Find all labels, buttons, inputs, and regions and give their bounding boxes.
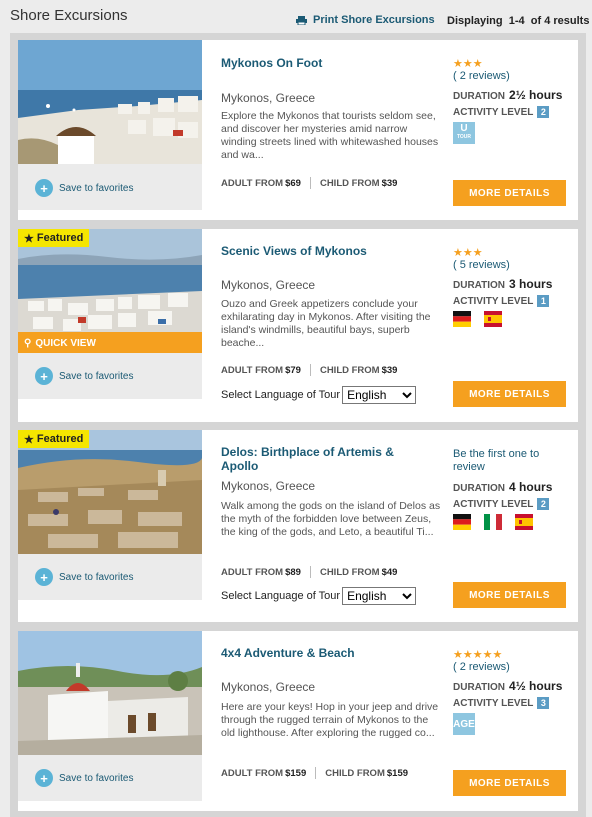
heart-plus-icon: + — [35, 179, 53, 197]
excursion-title[interactable]: Delos: Birthplace of Artemis & Apollo — [221, 445, 411, 473]
child-price: $39 — [381, 364, 398, 376]
heart-plus-icon: + — [35, 367, 53, 385]
more-details-button[interactable]: MORE DETAILS — [453, 381, 566, 407]
favorites-area: + Save to favorites — [18, 554, 202, 600]
favorites-area: + Save to favorites — [18, 353, 202, 399]
excursion-photo[interactable] — [18, 40, 202, 164]
page-header: Shore Excursions Print Shore Excursions … — [0, 0, 592, 33]
excursion-location: Mykonos, Greece — [221, 278, 316, 292]
more-details-button[interactable]: MORE DETAILS — [453, 770, 566, 796]
activity-level: ACTIVITY LEVEL 2 — [453, 106, 573, 118]
adult-price: $79 — [285, 364, 301, 376]
duration: DURATION 4 hours — [453, 480, 553, 494]
page-title: Shore Excursions — [10, 7, 128, 24]
language-label: Select Language of Tour — [221, 389, 341, 401]
results-count: Displaying 1-4 of 4 results — [447, 15, 590, 27]
excursion-card: ★ Featured ⚲ QUICK VIEW + Save to favori… — [18, 229, 578, 422]
language-selector: Select Language of Tour English — [221, 386, 417, 404]
language-label: Select Language of Tour — [221, 590, 341, 602]
activity-level: ACTIVITY LEVEL 2 — [453, 498, 573, 510]
first-review-link[interactable]: Be the first one to review — [453, 448, 553, 474]
rating-stars: ★★★ — [453, 58, 483, 70]
language-select[interactable]: English — [342, 587, 417, 605]
age-badge-icon: AGE — [453, 713, 475, 735]
save-to-favorites-button[interactable]: + Save to favorites — [35, 179, 133, 197]
excursion-info: Be the first one to review DURATION 4 hou… — [453, 448, 573, 530]
rating-stars: ★★★★★ — [453, 649, 503, 661]
child-price: $49 — [381, 566, 398, 578]
duration: DURATION 4½ hours — [453, 679, 563, 693]
excursion-description: Here are your keys! Hop in your jeep and… — [221, 701, 439, 739]
duration: DURATION 2½ hours — [453, 88, 563, 102]
heart-plus-icon: + — [35, 568, 53, 586]
language-flags — [453, 311, 573, 327]
heart-plus-icon: + — [35, 769, 53, 787]
excursion-title[interactable]: 4x4 Adventure & Beach — [221, 646, 441, 660]
adult-price: $89 — [285, 566, 301, 578]
more-details-button[interactable]: MORE DETAILS — [453, 180, 566, 206]
adult-price: $69 — [285, 177, 301, 189]
excursion-card: + Save to favorites 4x4 Adventure & Beac… — [18, 631, 578, 811]
reviews-link[interactable]: ( 5 reviews) — [453, 259, 573, 271]
german-flag-icon — [453, 514, 471, 530]
excursion-info: ★★★ ( 2 reviews) DURATION 2½ hours ACTIVI… — [453, 57, 573, 144]
german-flag-icon — [453, 311, 471, 327]
more-details-button[interactable]: MORE DETAILS — [453, 582, 566, 608]
excursion-prices: ADULT FROM $69 CHILD FROM $39 — [221, 177, 398, 189]
child-price: $39 — [381, 177, 398, 189]
print-link-label: Print Shore Excursions — [313, 14, 435, 26]
save-to-favorites-label: Save to favorites — [59, 772, 134, 784]
reviews-link[interactable]: ( 2 reviews) — [453, 70, 573, 82]
excursion-card: + Save to favorites Mykonos On Foot Myko… — [18, 40, 578, 220]
excursion-location: Mykonos, Greece — [221, 479, 316, 493]
excursion-title[interactable]: Mykonos On Foot — [221, 56, 441, 70]
spanish-flag-icon — [484, 311, 502, 327]
excursion-list: + Save to favorites Mykonos On Foot Myko… — [10, 33, 586, 817]
rating-stars: ★★★ — [453, 247, 483, 259]
excursion-info: ★★★★★ ( 2 reviews) DURATION 4½ hours ACTI… — [453, 648, 573, 735]
italian-flag-icon — [484, 514, 502, 530]
printer-icon — [296, 15, 307, 25]
quick-view-button[interactable]: ⚲ QUICK VIEW — [18, 332, 202, 353]
save-to-favorites-button[interactable]: + Save to favorites — [35, 367, 133, 385]
print-shore-excursions-link[interactable]: Print Shore Excursions — [296, 14, 435, 26]
adult-price: $159 — [285, 767, 307, 779]
excursion-prices: ADULT FROM $159 CHILD FROM $159 — [221, 767, 409, 779]
save-to-favorites-label: Save to favorites — [59, 182, 134, 194]
excursion-info: ★★★ ( 5 reviews) DURATION 3 hours ACTIVIT… — [453, 246, 573, 327]
reviews-link[interactable]: ( 2 reviews) — [453, 661, 573, 673]
excursion-card: ★ Featured + Save to favorites Delos: Bi… — [18, 430, 578, 622]
favorites-area: + Save to favorites — [18, 164, 202, 210]
excursion-photo[interactable]: ★ Featured — [18, 430, 202, 554]
star-icon: ★ — [24, 433, 34, 446]
u-tour-badge-icon: U TOUR — [453, 122, 475, 144]
excursion-title[interactable]: Scenic Views of Mykonos — [221, 244, 441, 258]
favorites-area: + Save to favorites — [18, 755, 202, 801]
spanish-flag-icon — [515, 514, 533, 530]
star-icon: ★ — [24, 232, 34, 245]
excursion-description: Explore the Mykonos that tourists seldom… — [221, 110, 439, 161]
excursion-location: Mykonos, Greece — [221, 91, 316, 105]
language-selector: Select Language of Tour English — [221, 587, 417, 605]
save-to-favorites-label: Save to favorites — [59, 370, 134, 382]
child-price: $159 — [386, 767, 409, 779]
featured-badge: ★ Featured — [18, 430, 90, 448]
featured-badge: ★ Featured — [18, 229, 90, 247]
save-to-favorites-button[interactable]: + Save to favorites — [35, 568, 133, 586]
activity-level: ACTIVITY LEVEL 3 — [453, 697, 573, 709]
excursion-prices: ADULT FROM $89 CHILD FROM $49 — [221, 566, 398, 578]
excursion-description: Walk among the gods on the island of Del… — [221, 500, 441, 538]
excursion-photo[interactable] — [18, 631, 202, 755]
language-flags — [453, 514, 573, 530]
excursion-prices: ADULT FROM $79 CHILD FROM $39 — [221, 364, 398, 376]
activity-level: ACTIVITY LEVEL 1 — [453, 295, 573, 307]
save-to-favorites-label: Save to favorites — [59, 571, 134, 583]
save-to-favorites-button[interactable]: + Save to favorites — [35, 769, 133, 787]
duration: DURATION 3 hours — [453, 277, 553, 291]
language-select[interactable]: English — [342, 386, 417, 404]
excursion-photo[interactable]: ★ Featured ⚲ QUICK VIEW — [18, 229, 202, 353]
excursion-description: Ouzo and Greek appetizers conclude your … — [221, 298, 431, 349]
magnifier-icon: ⚲ — [24, 337, 32, 349]
excursion-location: Mykonos, Greece — [221, 680, 316, 694]
